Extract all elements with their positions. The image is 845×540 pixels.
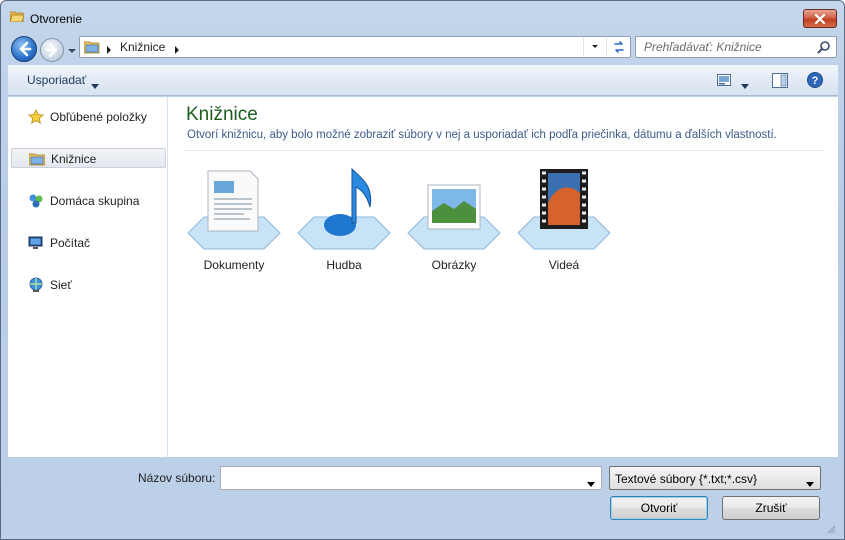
- documents-library-icon: [187, 170, 281, 250]
- address-row: Knižnice Prehľadávať: Knižnice: [1, 31, 844, 63]
- open-dialog-window: Otvorenie Knižnice Prehľadávať: Knižnice…: [0, 0, 845, 540]
- svg-text:?: ?: [812, 75, 819, 87]
- resize-grip-icon[interactable]: [826, 523, 836, 534]
- chevron-down-icon[interactable]: [741, 78, 749, 89]
- music-library-icon: [297, 167, 391, 250]
- window-title: Otvorenie: [30, 12, 83, 26]
- chevron-down-icon[interactable]: [91, 78, 99, 89]
- sidebar-item-label: Počítač: [50, 236, 91, 250]
- library-music[interactable]: Hudba: [294, 163, 394, 275]
- search-input[interactable]: Prehľadávať: Knižnice: [635, 36, 837, 58]
- filetype-value: Textové súbory {*.txt;*.csv}: [615, 472, 758, 486]
- filetype-select[interactable]: Textové súbory {*.txt;*.csv}: [609, 466, 821, 490]
- filename-label: Názov súboru:: [138, 471, 216, 485]
- sidebar-item-label: Knižnice: [51, 152, 97, 166]
- network-icon: [28, 277, 44, 293]
- navigation-pane: Obľúbené položky Knižnice Domáca skupina…: [8, 97, 168, 457]
- chevron-down-icon: [592, 45, 598, 48]
- page-title: Knižnice: [186, 104, 258, 125]
- help-icon[interactable]: ?: [807, 72, 823, 88]
- arrow-right-icon: [45, 42, 58, 58]
- library-label: Dokumenty: [203, 258, 265, 272]
- back-button[interactable]: [11, 36, 37, 62]
- library-label: Obrázky: [431, 258, 477, 272]
- computer-icon: [28, 235, 44, 251]
- library-label: Videá: [548, 258, 580, 272]
- libraries-icon: [28, 151, 46, 167]
- folder-open-icon: [9, 10, 25, 23]
- chevron-down-icon[interactable]: [587, 476, 595, 487]
- sidebar-item-computer[interactable]: Počítač: [8, 233, 167, 253]
- address-bar[interactable]: Knižnice: [79, 36, 631, 58]
- change-view-icon[interactable]: [717, 74, 731, 86]
- sidebar-item-label: Sieť: [50, 278, 72, 292]
- page-description: Otvorí knižnicu, aby bolo možné zobraziť…: [187, 129, 777, 141]
- chevron-down-icon: [68, 49, 76, 53]
- command-toolbar: Usporiadať ?: [8, 65, 838, 96]
- library-label: Hudba: [326, 258, 362, 272]
- library-videos[interactable]: Videá: [514, 163, 614, 275]
- breadcrumb-libraries[interactable]: Knižnice: [120, 40, 165, 54]
- address-history-dropdown[interactable]: [583, 38, 605, 56]
- organize-menu-button[interactable]: Usporiadať: [27, 73, 86, 87]
- search-icon[interactable]: [817, 40, 831, 54]
- chevron-down-icon[interactable]: [806, 476, 814, 487]
- videos-library-icon: [517, 169, 611, 250]
- sidebar-item-libraries[interactable]: Knižnice: [11, 148, 166, 168]
- preview-pane-icon[interactable]: [772, 73, 788, 88]
- sidebar-item-homegroup[interactable]: Domáca skupina: [8, 191, 167, 211]
- refresh-icon: [614, 41, 624, 53]
- search-placeholder: Prehľadávať: Knižnice: [644, 40, 762, 54]
- forward-button[interactable]: [40, 38, 64, 62]
- breadcrumb-arrow-icon[interactable]: [174, 43, 180, 54]
- arrow-left-icon: [19, 41, 32, 57]
- libraries-icon: [83, 40, 100, 54]
- star-icon: [28, 109, 44, 125]
- library-pictures[interactable]: Obrázky: [404, 163, 504, 275]
- title-bar[interactable]: Otvorenie: [1, 1, 844, 31]
- breadcrumb-arrow-icon[interactable]: [106, 43, 112, 54]
- library-documents[interactable]: Dokumenty: [184, 163, 284, 275]
- recent-locations-dropdown[interactable]: [67, 45, 77, 55]
- library-view: Knižnice Otvorí knižnicu, aby bolo možné…: [169, 97, 838, 457]
- close-button[interactable]: [803, 9, 837, 28]
- close-icon: [814, 13, 826, 24]
- refresh-button[interactable]: [606, 38, 630, 56]
- cancel-button[interactable]: Zrušiť: [722, 496, 820, 520]
- sidebar-item-favorites[interactable]: Obľúbené položky: [8, 107, 167, 127]
- sidebar-item-label: Obľúbené položky: [50, 110, 147, 124]
- homegroup-icon: [28, 193, 44, 209]
- divider: [184, 150, 824, 151]
- pictures-library-icon: [407, 184, 501, 250]
- filename-field[interactable]: [220, 466, 602, 490]
- sidebar-item-network[interactable]: Sieť: [8, 275, 167, 295]
- content-area: Obľúbené položky Knižnice Domáca skupina…: [8, 97, 838, 457]
- open-button[interactable]: Otvoriť: [610, 496, 708, 520]
- file-dialog-footer: Názov súboru: Textové súbory {*.txt;*.cs…: [8, 457, 838, 535]
- sidebar-item-label: Domáca skupina: [50, 194, 140, 208]
